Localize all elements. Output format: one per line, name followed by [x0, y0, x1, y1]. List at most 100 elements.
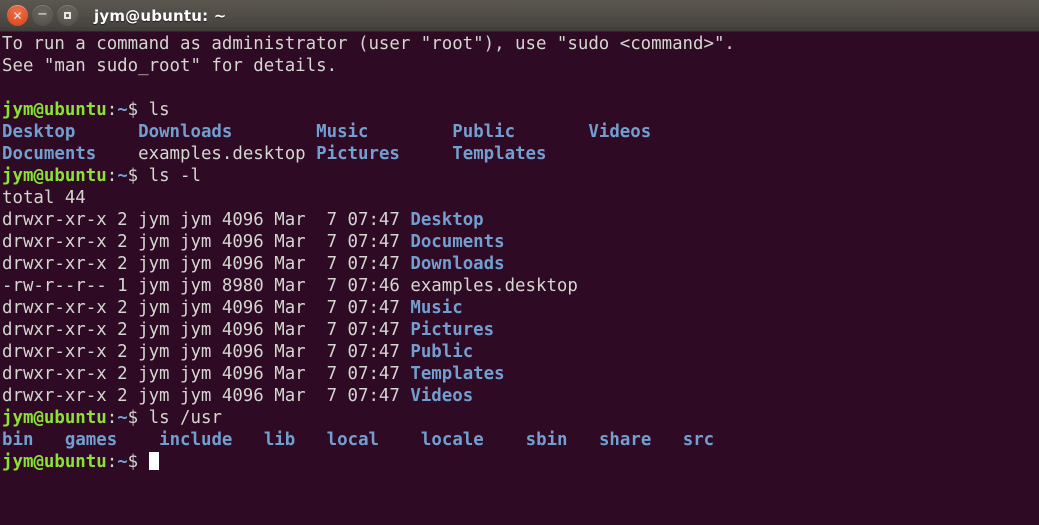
- terminal-long-listing-row: drwxr-xr-x 2 jym jym 4096 Mar 7 07:47 Do…: [2, 231, 735, 253]
- prompt-sigil: $: [127, 452, 149, 472]
- window-controls: ✕ −: [7, 5, 78, 26]
- terminal-long-listing-row: drwxr-xr-x 2 jym jym 4096 Mar 7 07:47 Te…: [2, 363, 735, 385]
- prompt-path: ~: [117, 452, 128, 472]
- long-listing-name: Desktop: [410, 210, 484, 230]
- terminal-output: To run a command as administrator (user …: [2, 33, 735, 473]
- listing-entry: locale: [420, 430, 484, 450]
- terminal-listing-row: Documents examples.desktop Pictures Temp…: [2, 143, 735, 165]
- listing-entry: sbin: [525, 430, 568, 450]
- listing-entry: lib: [263, 430, 296, 450]
- listing-entry: share: [598, 430, 652, 450]
- prompt-path: ~: [117, 100, 128, 120]
- cell-gap: [306, 144, 316, 164]
- cell-gap: [568, 430, 599, 450]
- terminal-long-listing-row: drwxr-xr-x 2 jym jym 4096 Mar 7 07:47 Do…: [2, 253, 735, 275]
- terminal-text: To run a command as administrator (user …: [2, 34, 735, 54]
- terminal-listing-row: bin games include lib local locale sbin …: [2, 429, 735, 451]
- terminal-text: total 44: [2, 188, 86, 208]
- cell-gap: [75, 122, 138, 142]
- terminal-long-listing-row: drwxr-xr-x 2 jym jym 4096 Mar 7 07:47 Mu…: [2, 297, 735, 319]
- terminal-listing-row: Desktop Downloads Music Public Videos: [2, 121, 735, 143]
- cell-gap: [368, 122, 452, 142]
- cell-gap: [117, 430, 159, 450]
- prompt-path: ~: [117, 166, 128, 186]
- minimize-button[interactable]: −: [32, 5, 53, 26]
- long-listing-meta: drwxr-xr-x 2 jym jym 4096 Mar 7 07:47: [2, 210, 411, 230]
- terminal-long-listing-row: -rw-r--r-- 1 jym jym 8980 Mar 7 07:46 ex…: [2, 275, 735, 297]
- terminal-long-listing-row: drwxr-xr-x 2 jym jym 4096 Mar 7 07:47 Pu…: [2, 341, 735, 363]
- terminal-prompt-line: jym@ubuntu:~$ ls /usr: [2, 407, 735, 429]
- listing-entry: Documents: [2, 144, 97, 164]
- prompt-colon: :: [106, 408, 118, 428]
- terminal-long-listing-row: drwxr-xr-x 2 jym jym 4096 Mar 7 07:47 Vi…: [2, 385, 735, 407]
- prompt-sigil: $: [127, 100, 149, 120]
- listing-entry: Public: [452, 122, 516, 142]
- window-title: jym@ubuntu: ~: [94, 6, 227, 25]
- prompt-colon: :: [106, 100, 118, 120]
- long-listing-name: Templates: [410, 364, 505, 384]
- cell-gap: [379, 430, 421, 450]
- cell-gap: [96, 144, 138, 164]
- prompt-colon: :: [106, 166, 118, 186]
- listing-entry: games: [64, 430, 118, 450]
- long-listing-meta: drwxr-xr-x 2 jym jym 4096 Mar 7 07:47: [2, 364, 411, 384]
- long-listing-name: Documents: [410, 232, 505, 252]
- long-listing-name: examples.desktop: [410, 276, 578, 296]
- listing-entry: examples.desktop: [138, 144, 306, 164]
- listing-entry: src: [682, 430, 715, 450]
- close-icon: ✕: [12, 8, 23, 23]
- prompt-user-host: jym@ubuntu: [2, 166, 107, 186]
- maximize-icon: [57, 5, 78, 26]
- terminal-prompt-line: jym@ubuntu:~$: [2, 451, 735, 473]
- prompt-user-host: jym@ubuntu: [2, 100, 107, 120]
- listing-entry: Downloads: [138, 122, 233, 142]
- terminal-text-line: See "man sudo_root" for details.: [2, 55, 735, 77]
- cell-gap: [232, 122, 316, 142]
- cell-gap: [515, 122, 588, 142]
- long-listing-meta: drwxr-xr-x 2 jym jym 4096 Mar 7 07:47: [2, 320, 411, 340]
- long-listing-meta: drwxr-xr-x 2 jym jym 4096 Mar 7 07:47: [2, 298, 411, 318]
- long-listing-meta: drwxr-xr-x 2 jym jym 4096 Mar 7 07:47: [2, 232, 411, 252]
- prompt-sigil: $: [127, 166, 149, 186]
- listing-entry: bin: [2, 430, 34, 450]
- terminal-command: ls: [148, 100, 170, 120]
- listing-entry: Music: [316, 122, 369, 142]
- cell-gap: [295, 430, 326, 450]
- terminal-command: ls -l: [148, 166, 201, 186]
- window-titlebar[interactable]: ✕ − jym@ubuntu: ~: [0, 0, 1039, 32]
- close-button[interactable]: ✕: [7, 5, 28, 26]
- cell-gap: [400, 144, 452, 164]
- cell-gap: [484, 430, 526, 450]
- terminal-text: See "man sudo_root" for details.: [2, 56, 338, 76]
- terminal-window: ✕ − jym@ubuntu: ~ To run a command as ad…: [0, 0, 1039, 525]
- prompt-path: ~: [117, 408, 128, 428]
- long-listing-name: Pictures: [410, 320, 495, 340]
- cell-gap: [232, 430, 263, 450]
- prompt-user-host: jym@ubuntu: [2, 452, 107, 472]
- terminal-long-listing-row: drwxr-xr-x 2 jym jym 4096 Mar 7 07:47 Pi…: [2, 319, 735, 341]
- listing-entry: Templates: [452, 144, 547, 164]
- prompt-user-host: jym@ubuntu: [2, 408, 107, 428]
- long-listing-meta: drwxr-xr-x 2 jym jym 4096 Mar 7 07:47: [2, 254, 411, 274]
- cell-gap: [651, 430, 682, 450]
- listing-entry: local: [326, 430, 380, 450]
- long-listing-name: Videos: [410, 386, 474, 406]
- listing-entry: Desktop: [2, 122, 76, 142]
- terminal-prompt-line: jym@ubuntu:~$ ls -l: [2, 165, 735, 187]
- prompt-colon: :: [106, 452, 118, 472]
- terminal-screen[interactable]: To run a command as administrator (user …: [0, 32, 1039, 525]
- listing-entry: include: [159, 430, 233, 450]
- terminal-command: ls /usr: [148, 408, 222, 428]
- long-listing-name: Public: [410, 342, 474, 362]
- long-listing-name: Music: [410, 298, 463, 318]
- cell-gap: [33, 430, 64, 450]
- long-listing-meta: drwxr-xr-x 2 jym jym 4096 Mar 7 07:47: [2, 342, 411, 362]
- maximize-button[interactable]: [57, 5, 78, 26]
- terminal-long-listing-row: drwxr-xr-x 2 jym jym 4096 Mar 7 07:47 De…: [2, 209, 735, 231]
- long-listing-meta: drwxr-xr-x 2 jym jym 4096 Mar 7 07:47: [2, 386, 411, 406]
- listing-entry: Pictures: [316, 144, 400, 164]
- prompt-sigil: $: [127, 408, 149, 428]
- terminal-prompt-line: jym@ubuntu:~$ ls: [2, 99, 735, 121]
- long-listing-name: Downloads: [410, 254, 505, 274]
